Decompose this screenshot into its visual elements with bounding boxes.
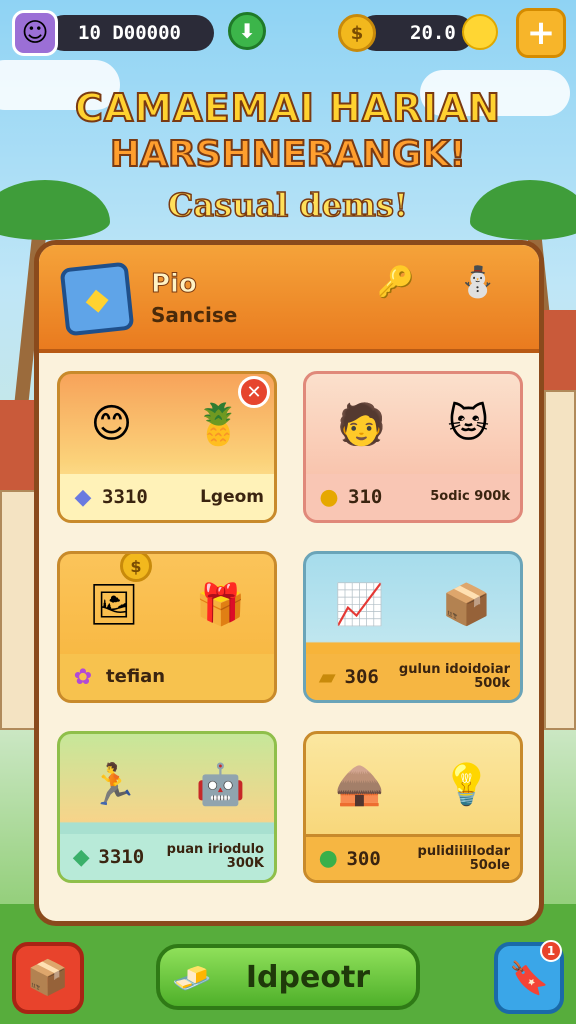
shop-card[interactable]: 🏃 🤖 ◆ 3310 puan iriodulo 300K [57,731,277,883]
shop-card[interactable]: 📈 📦 ▰ 306 gulun idoidoiar 500k [303,551,523,703]
coin-value: 20.0 [410,22,456,44]
add-coins-button[interactable]: + [516,8,566,58]
card-footer: ● 310 5odic 900k [306,474,520,520]
card-label: tefian [106,666,166,687]
card-art: 📈 📦 [306,554,520,654]
balance-value: 10 D00000 [78,22,181,44]
coin-badge-icon: $ [120,554,152,582]
shop-card[interactable]: 🧑 🐱 ● 310 5odic 900k [303,371,523,523]
coin-icon: $ [338,14,376,52]
house [544,390,576,730]
speech-bubble-icon [462,14,498,50]
close-icon[interactable]: ✕ [238,376,270,408]
card-art: 🛖 💡 [306,734,520,834]
card-footer: ● 300 pulidiililodar 50ole [306,834,520,880]
avatar-face-icon: ☺ [21,18,49,48]
shop-grid: 😊 🍍 ✕ ◆ 3310 Lgeom 🧑 🐱 ● 310 5odic 900k [57,371,523,911]
notification-badge: 1 [540,940,562,962]
house-roof [540,310,576,400]
pineapple-coin-icon: 🍍 [193,401,244,448]
card-label: gulun idoidoiar 500k [398,662,510,691]
portrait-frame-icon: 🖼 [88,581,140,628]
download-arrow-icon: ⬇ [238,19,256,43]
shop-card[interactable]: 🖼 🎁 $ ✿ tefian [57,551,277,703]
tablet-chart-icon: 📈 [334,581,385,628]
shop-card[interactable]: 🛖 💡 ● 300 pulidiililodar 50ole [303,731,523,883]
gold-box-icon: 📦 [441,581,492,628]
main-action-button[interactable]: 🧈 Idpeotr [156,944,420,1010]
purple-cat-icon: 🐱 [447,401,490,447]
top-bar: 10 D00000 ☺ ⬇ 20.0 $ + [10,8,566,58]
bookmark-icon: 🔖 [509,959,549,997]
gold-nugget-icon: ● [319,484,339,510]
card-value: 300 [346,847,381,870]
card-label: pulidiililodar 50ole [417,843,510,873]
card-value: 306 [344,666,379,688]
mascot-icon: ⛄ [459,265,497,300]
card-art: 🏃 🤖 [60,734,274,834]
shop-card[interactable]: 😊 🍍 ✕ ◆ 3310 Lgeom [57,371,277,523]
panel-subtitle: Sancise [151,303,238,327]
panel-title: Pio [151,269,198,300]
card-footer: ◆ 3310 puan iriodulo 300K [60,834,274,880]
card-art: 🖼 🎁 [60,554,274,654]
plus-icon: + [526,13,556,53]
smiley-character-icon: 😊 [90,401,133,447]
red-chest-icon: 🎁 [195,581,246,628]
avatar-button[interactable]: ☺ [12,10,58,56]
inventory-button[interactable]: 📦 [12,942,84,1014]
card-label: 5odic 900k [430,489,510,504]
balance-display: 10 D00000 [46,15,214,51]
robot-machine-icon: 🤖 [195,761,246,808]
hut-icon: 🛖 [334,761,385,808]
green-orb-icon: ● [318,846,338,871]
green-character-icon: 🧑 [336,401,387,448]
shop-panel: ◆ Pio Sancise 🔑 ⛄ 😊 🍍 ✕ ◆ 3310 Lgeom 🧑 🐱 [34,240,544,926]
title-line-1: CAMAEMAI HARIAN [74,85,501,131]
card-label: puan iriodulo 300K [166,842,264,871]
card-value: 310 [348,486,383,508]
card-footer: ▰ 306 gulun idoidoiar 500k [306,654,520,700]
download-button[interactable]: ⬇ [228,12,266,50]
card-value: 3310 [102,486,148,508]
gold-bars-icon: ▰ [318,664,336,690]
gold-bars-icon: 🧈 [172,959,212,997]
gold-key-icon: 🔑 [377,265,415,300]
gold-box-icon: 📦 [26,958,70,998]
panel-header: ◆ Pio Sancise 🔑 ⛄ [39,245,539,353]
title-line-3: Casual dems! [167,185,409,225]
card-value: 3310 [98,846,145,868]
main-action-label: Idpeotr [245,959,371,995]
cube-icon: ◆ [59,261,135,337]
lightbulb-icon: 💡 [441,761,492,808]
flower-icon: ✿ [73,664,93,690]
card-footer: ✿ tefian [60,654,274,700]
title-line-2: HARSHNERANGK! [109,133,467,176]
card-art: 🧑 🐱 [306,374,520,474]
gem-icon: ◆ [74,484,92,510]
green-gem-icon: ◆ [72,844,90,870]
house [0,490,38,730]
runner-character-icon: 🏃 [88,761,139,808]
card-footer: ◆ 3310 Lgeom [60,474,274,520]
card-label: Lgeom [200,487,264,507]
